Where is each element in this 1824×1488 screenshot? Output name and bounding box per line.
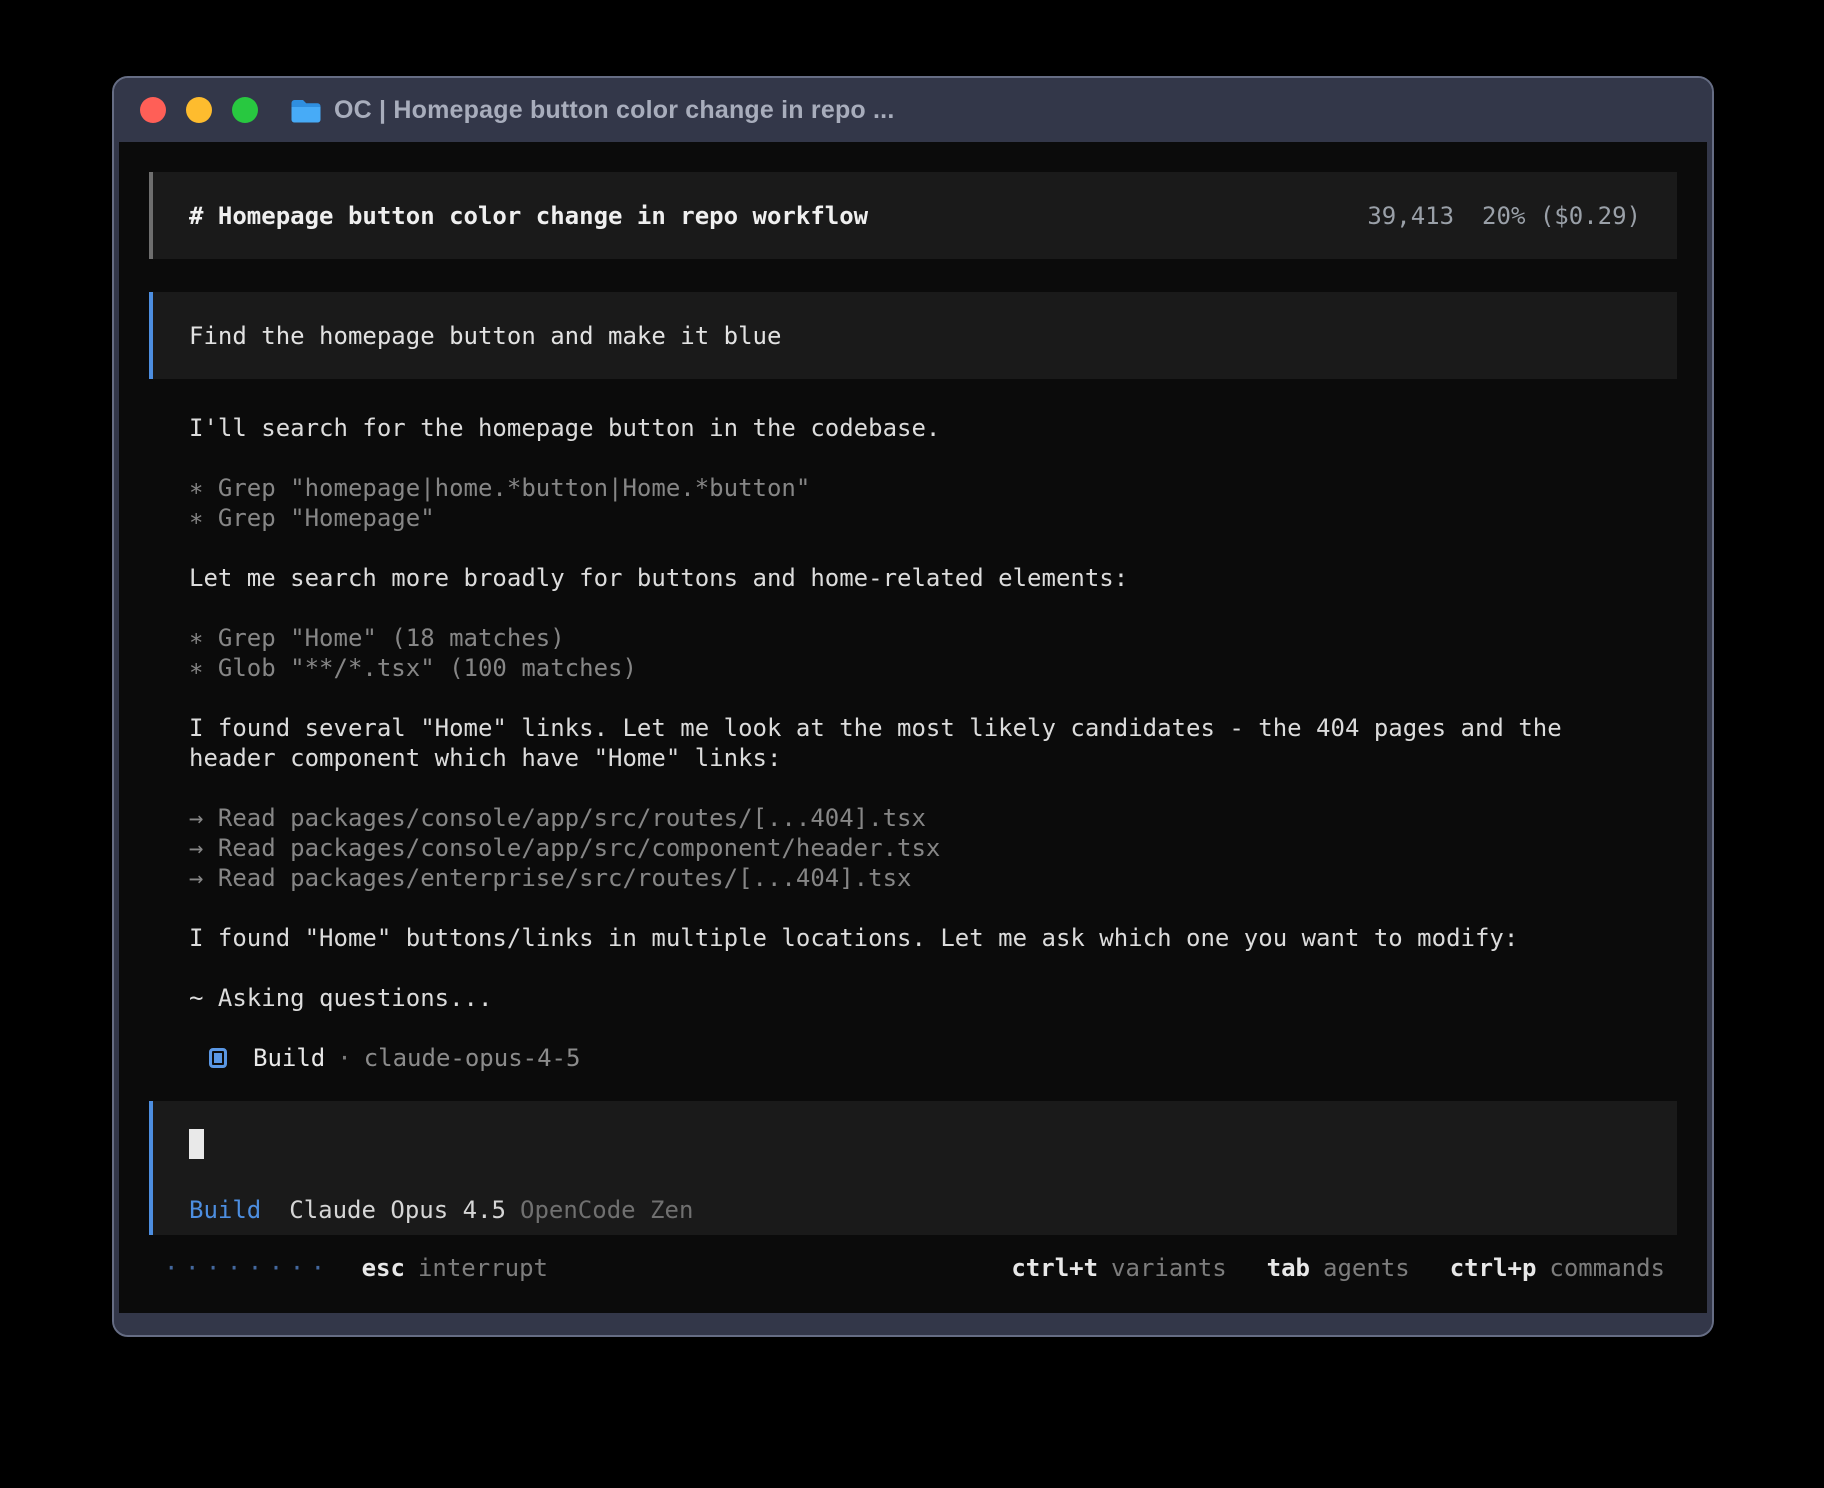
agent-model: claude-opus-4-5 bbox=[364, 1043, 581, 1073]
title-bar[interactable]: OC | Homepage button color change in rep… bbox=[114, 78, 1712, 142]
esc-key: esc bbox=[362, 1253, 405, 1283]
assistant-block: I found "Home" buttons/links in multiple… bbox=[189, 923, 1677, 953]
transcript-line: ∗ Grep "Homepage" bbox=[189, 503, 1677, 533]
token-count: 39,413 bbox=[1367, 201, 1454, 231]
status-bar: ········ esc interrupt ctrl+t variants tab… bbox=[149, 1253, 1677, 1283]
transcript-line: ~ Asking questions... bbox=[189, 983, 1677, 1013]
hint-label: variants bbox=[1111, 1253, 1227, 1283]
input-footer: Build Claude Opus 4.5 OpenCode Zen bbox=[189, 1195, 1641, 1225]
session-header: # Homepage button color change in repo w… bbox=[149, 172, 1677, 259]
agent-name: Build bbox=[253, 1043, 325, 1073]
spinner-dots: ········ bbox=[164, 1253, 332, 1283]
key-hint-agents: tab agents bbox=[1267, 1253, 1410, 1283]
terminal-content: # Homepage button color change in repo w… bbox=[119, 142, 1707, 1313]
assistant-block: Let me search more broadly for buttons a… bbox=[189, 563, 1677, 593]
transcript-line: I found "Home" buttons/links in multiple… bbox=[189, 923, 1677, 953]
prompt-input[interactable]: Build Claude Opus 4.5 OpenCode Zen bbox=[149, 1101, 1677, 1235]
assistant-block: ~ Asking questions... bbox=[189, 983, 1677, 1013]
context-usage: 20% ($0.29) bbox=[1482, 201, 1641, 231]
transcript-line: → Read packages/enterprise/src/routes/[.… bbox=[189, 863, 1677, 893]
traffic-lights bbox=[140, 97, 258, 123]
hint-key: ctrl+t bbox=[1011, 1253, 1098, 1283]
transcript: I'll search for the homepage button in t… bbox=[189, 413, 1677, 1013]
hint-label: commands bbox=[1549, 1253, 1665, 1283]
app-window: OC | Homepage button color change in rep… bbox=[112, 76, 1714, 1337]
session-stats: 39,413 20% ($0.29) bbox=[1367, 201, 1641, 231]
minimize-button[interactable] bbox=[186, 97, 212, 123]
assistant-block: I'll search for the homepage button in t… bbox=[189, 413, 1677, 443]
hint-label: agents bbox=[1323, 1253, 1410, 1283]
transcript-line: → Read packages/console/app/src/routes/[… bbox=[189, 803, 1677, 833]
session-title: # Homepage button color change in repo w… bbox=[189, 201, 868, 231]
hint-key: ctrl+p bbox=[1450, 1253, 1537, 1283]
folder-icon bbox=[290, 98, 321, 123]
input-provider-label: OpenCode Zen bbox=[520, 1195, 693, 1225]
input-model-label[interactable]: Claude Opus 4.5 bbox=[289, 1195, 506, 1225]
interrupt-hint: esc interrupt bbox=[362, 1253, 548, 1283]
hint-key: tab bbox=[1267, 1253, 1310, 1283]
agent-separator: · bbox=[337, 1043, 351, 1073]
transcript-line: ∗ Grep "Home" (18 matches) bbox=[189, 623, 1677, 653]
user-message: Find the homepage button and make it blu… bbox=[149, 292, 1677, 379]
window-title: OC | Homepage button color change in rep… bbox=[334, 96, 894, 125]
transcript-line: ∗ Glob "**/*.tsx" (100 matches) bbox=[189, 653, 1677, 683]
text-cursor bbox=[189, 1129, 204, 1159]
assistant-block: → Read packages/console/app/src/routes/[… bbox=[189, 803, 1677, 893]
desktop: OC | Homepage button color change in rep… bbox=[0, 0, 1824, 1488]
assistant-block: I found several "Home" links. Let me loo… bbox=[189, 713, 1677, 773]
status-right: ctrl+t variants tab agents ctrl+p commands bbox=[1011, 1253, 1665, 1283]
assistant-block: ∗ Grep "homepage|home.*button|Home.*butt… bbox=[189, 473, 1677, 533]
key-hint-variants: ctrl+t variants bbox=[1011, 1253, 1226, 1283]
assistant-block: ∗ Grep "Home" (18 matches)∗ Glob "**/*.t… bbox=[189, 623, 1677, 683]
status-left: ········ esc interrupt bbox=[164, 1253, 548, 1283]
esc-label: interrupt bbox=[418, 1253, 548, 1283]
transcript-line: header component which have "Home" links… bbox=[189, 743, 1677, 773]
transcript-line: ∗ Grep "homepage|home.*button|Home.*butt… bbox=[189, 473, 1677, 503]
input-line[interactable] bbox=[189, 1129, 1641, 1159]
close-button[interactable] bbox=[140, 97, 166, 123]
transcript-line: I found several "Home" links. Let me loo… bbox=[189, 713, 1677, 743]
transcript-line: I'll search for the homepage button in t… bbox=[189, 413, 1677, 443]
agent-status-row: Build · claude-opus-4-5 bbox=[209, 1043, 1677, 1073]
user-message-text: Find the homepage button and make it blu… bbox=[189, 321, 781, 351]
window-bottom-frame bbox=[114, 1313, 1712, 1335]
input-agent-label[interactable]: Build bbox=[189, 1195, 261, 1225]
transcript-line: → Read packages/console/app/src/componen… bbox=[189, 833, 1677, 863]
key-hint-commands: ctrl+p commands bbox=[1450, 1253, 1665, 1283]
zoom-button[interactable] bbox=[232, 97, 258, 123]
transcript-line: Let me search more broadly for buttons a… bbox=[189, 563, 1677, 593]
agent-badge-icon bbox=[209, 1048, 227, 1068]
